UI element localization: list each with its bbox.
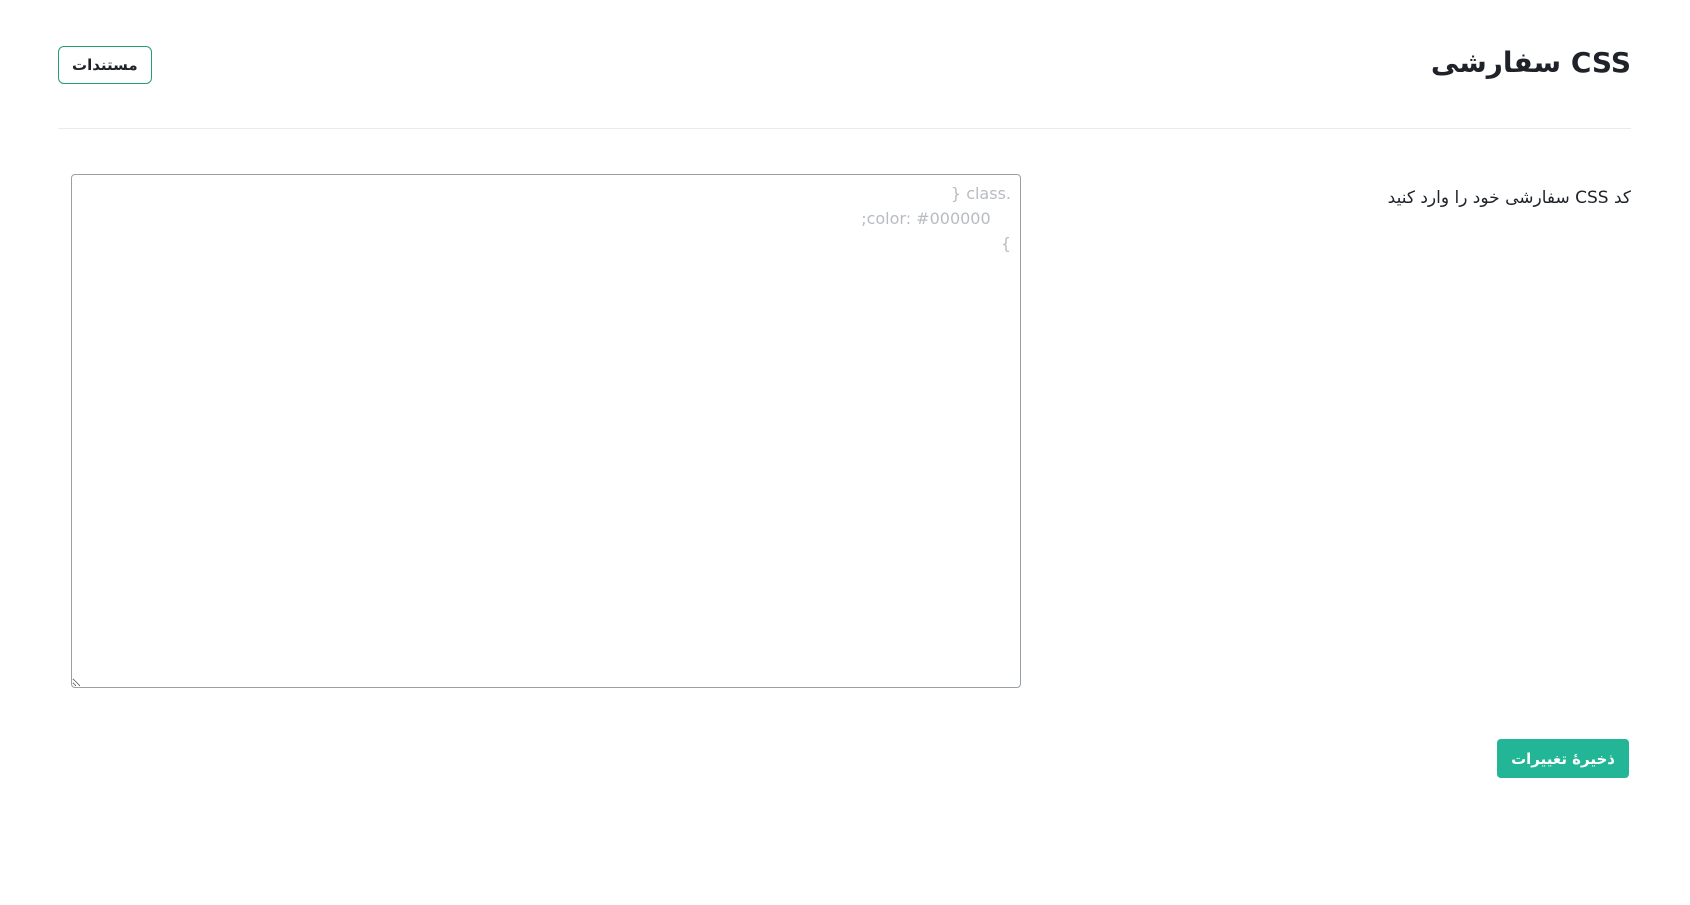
documentation-button[interactable]: مستندات	[58, 46, 152, 84]
page-title: CSS سفارشی	[1430, 46, 1631, 79]
custom-css-textarea[interactable]	[71, 174, 1021, 688]
page-header: CSS سفارشی مستندات	[58, 40, 1631, 90]
header-divider	[58, 128, 1631, 129]
css-field-label: کد CSS سفارشی خود را وارد کنید	[1387, 188, 1631, 208]
save-changes-button[interactable]: ذخیرهٔ تغییرات	[1497, 739, 1629, 778]
custom-css-page: CSS سفارشی مستندات کد CSS سفارشی خود را …	[0, 0, 1690, 905]
